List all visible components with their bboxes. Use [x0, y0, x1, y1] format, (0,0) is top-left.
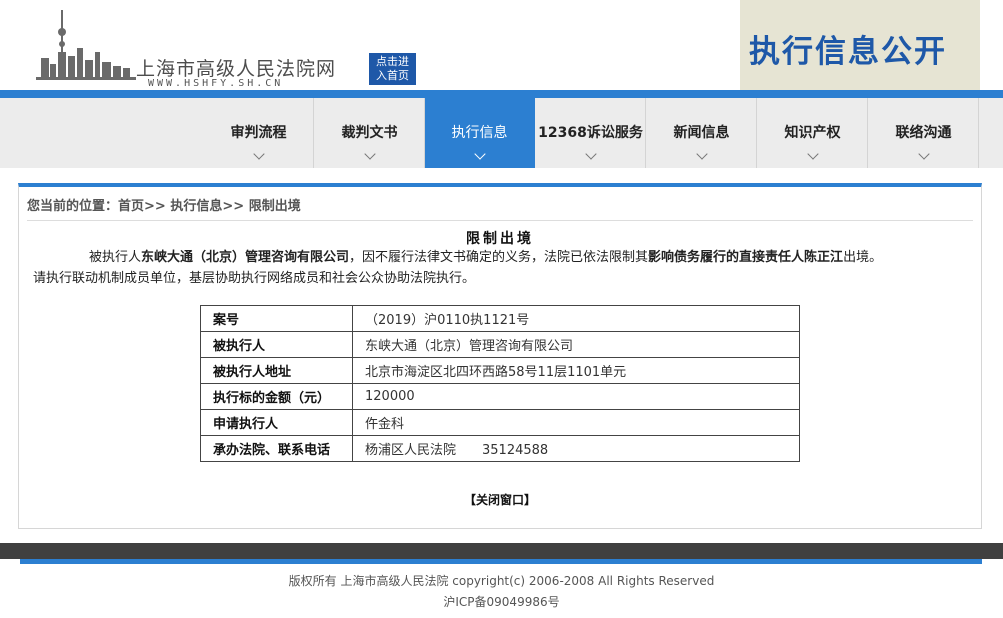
table-value: 杨浦区人民法院 35124588: [352, 435, 800, 462]
breadcrumb-enforcement-link[interactable]: 执行信息: [170, 199, 222, 214]
table-value: （2019）沪0110执1121号: [352, 305, 800, 332]
main-nav: 审判流程 裁判文书 执行信息 12368诉讼服务 新闻信息 知识产权 联络沟通: [0, 98, 1003, 168]
site-logo[interactable]: 上海市高级人民法院网 WWW.HSHFY.SH.CN: [36, 8, 366, 89]
site-url: WWW.HSHFY.SH.CN: [148, 78, 284, 89]
breadcrumb: 您当前的位置：首页>> 执行信息>> 限制出境: [27, 195, 973, 221]
table-row: 案号 （2019）沪0110执1121号: [200, 305, 800, 332]
table-value: 北京市海淀区北四环西路58号11层1101单元: [352, 357, 800, 384]
case-info-table: 案号 （2019）沪0110执1121号 被执行人 东峡大通（北京）管理咨询有限…: [200, 305, 800, 462]
nav-item-label: 知识产权: [784, 125, 841, 141]
body-line-2: 请执行联动机制成员单位，基层协助执行网络成员和社会公众协助法院执行。: [33, 271, 476, 286]
document-title: 限制出境: [466, 231, 534, 247]
document-body: 被执行人东峡大通（北京）管理咨询有限公司，因不履行法律文书确定的义务，法院已依法…: [33, 247, 969, 289]
table-key: 案号: [200, 305, 353, 332]
court-phone: 35124588: [482, 443, 549, 458]
table-row: 申请执行人 仵金科: [200, 409, 800, 436]
footer-copyright: 版权所有 上海市高级人民法院 copyright(c) 2006-2008 Al…: [288, 574, 715, 588]
body-debtor-name: 东峡大通（北京）管理咨询有限公司: [141, 250, 350, 265]
breadcrumb-prefix: 您当前的位置：: [27, 199, 119, 214]
nav-item-enforcement-info[interactable]: 执行信息: [425, 98, 535, 168]
nav-item-label: 12368诉讼服务: [538, 125, 643, 141]
chevron-down-icon: [363, 148, 376, 160]
body-end: 出境。: [843, 250, 883, 265]
nav-item-ip[interactable]: 知识产权: [758, 98, 868, 168]
court-name: 杨浦区人民法院: [365, 443, 457, 458]
table-value: 120000: [352, 383, 800, 410]
table-key: 申请执行人: [200, 409, 353, 436]
breadcrumb-current: 限制出境: [248, 199, 301, 214]
nav-item-label: 新闻信息: [673, 125, 730, 141]
table-value: 东峡大通（北京）管理咨询有限公司: [352, 331, 800, 358]
banner: 执行信息公开: [740, 0, 980, 90]
page: 上海市高级人民法院网 WWW.HSHFY.SH.CN 点击进 入首页 执行信息公…: [0, 0, 1003, 618]
nav-item-12368-service[interactable]: 12368诉讼服务: [536, 98, 646, 168]
footer-dark-bar: [0, 543, 1003, 559]
site-name: 上海市高级人民法院网: [136, 58, 337, 80]
skyline-logo-icon: [36, 10, 136, 80]
body-responsible-person: 影响债务履行的直接责任人陈正江: [648, 250, 844, 265]
chevron-down-icon: [252, 148, 265, 160]
table-row: 被执行人 东峡大通（北京）管理咨询有限公司: [200, 331, 800, 358]
nav-item-label: 审判流程: [230, 125, 287, 141]
chevron-down-icon: [917, 148, 930, 160]
chevron-down-icon: [695, 148, 708, 160]
header: 上海市高级人民法院网 WWW.HSHFY.SH.CN 点击进 入首页 执行信息公…: [0, 0, 1003, 90]
breadcrumb-separator: >>: [222, 199, 245, 214]
footer-blue-bar: [20, 559, 982, 564]
body-mid: ，因不履行法律文书确定的义务，法院已依法限制其: [349, 250, 649, 265]
body-intro: 被执行人: [89, 250, 142, 265]
content-box: 您当前的位置：首页>> 执行信息>> 限制出境 限制出境 被执行人东峡大通（北京…: [18, 183, 982, 529]
chevron-down-icon: [584, 148, 597, 160]
home-button[interactable]: 点击进 入首页: [369, 53, 416, 85]
table-row: 承办法院、联系电话 杨浦区人民法院 35124588: [200, 435, 800, 462]
nav-top-line: [0, 90, 1003, 98]
nav-item-trial-process[interactable]: 审判流程: [204, 98, 314, 168]
chevron-down-icon: [473, 148, 486, 160]
footer-icp[interactable]: 沪ICP备09049986号: [0, 593, 1003, 610]
table-key: 被执行人: [200, 331, 353, 358]
table-key: 承办法院、联系电话: [200, 435, 353, 462]
table-value: 仵金科: [352, 409, 800, 436]
banner-title: 执行信息公开: [749, 34, 947, 70]
table-key: 执行标的金额（元）: [200, 383, 353, 410]
nav-item-judgments[interactable]: 裁判文书: [315, 98, 425, 168]
table-row: 执行标的金额（元） 120000: [200, 383, 800, 410]
table-key: 被执行人地址: [200, 357, 353, 384]
nav-item-label: 联络沟通: [895, 125, 952, 141]
nav-item-contact[interactable]: 联络沟通: [869, 98, 979, 168]
nav-item-label: 裁判文书: [341, 125, 398, 141]
nav-item-news[interactable]: 新闻信息: [647, 98, 757, 168]
nav-item-label: 执行信息: [451, 125, 508, 141]
close-window-link[interactable]: 【关闭窗口】: [19, 491, 981, 508]
breadcrumb-separator: >>: [144, 199, 166, 214]
breadcrumb-home-link[interactable]: 首页: [118, 199, 144, 214]
table-row: 被执行人地址 北京市海淀区北四环西路58号11层1101单元: [200, 357, 800, 384]
chevron-down-icon: [806, 148, 819, 160]
